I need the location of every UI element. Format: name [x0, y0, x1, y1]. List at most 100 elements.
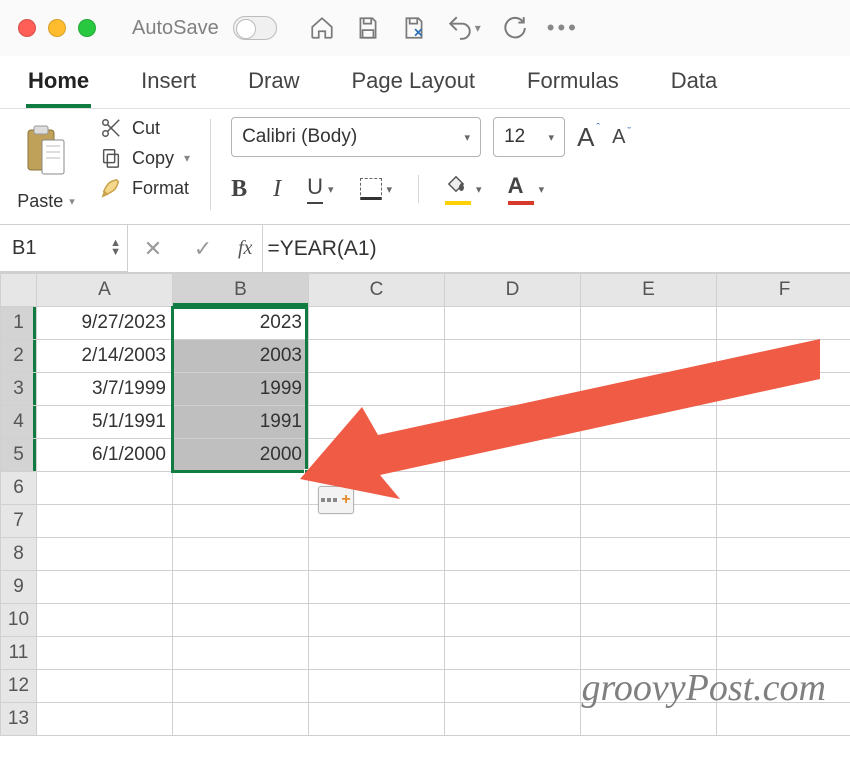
cell[interactable] [173, 637, 309, 670]
row-header[interactable]: 10 [1, 604, 37, 637]
cell[interactable] [445, 340, 581, 373]
cell[interactable] [445, 670, 581, 703]
cell[interactable] [717, 571, 850, 604]
row-header[interactable]: 12 [1, 670, 37, 703]
close-icon[interactable] [18, 19, 36, 37]
cell[interactable] [37, 538, 173, 571]
row-header[interactable]: 8 [1, 538, 37, 571]
cell[interactable]: 2003 [173, 340, 309, 373]
cell[interactable] [445, 307, 581, 340]
font-name-select[interactable]: Calibri (Body) ▾ [231, 117, 481, 157]
autofill-options-button[interactable]: + [318, 486, 354, 514]
cell[interactable] [581, 340, 717, 373]
cell[interactable] [581, 307, 717, 340]
row-header[interactable]: 3 [1, 373, 37, 406]
cell[interactable]: 6/1/2000 [37, 439, 173, 472]
cell[interactable] [309, 637, 445, 670]
autosave-toggle[interactable] [233, 16, 277, 40]
minimize-icon[interactable] [48, 19, 66, 37]
tab-draw[interactable]: Draw [246, 62, 301, 108]
save-icon[interactable] [355, 15, 381, 41]
zoom-icon[interactable] [78, 19, 96, 37]
cell[interactable] [445, 637, 581, 670]
cell[interactable] [717, 439, 850, 472]
cell[interactable] [37, 703, 173, 736]
font-color-button[interactable]: A ▾ [508, 173, 545, 205]
cell[interactable] [717, 604, 850, 637]
name-box[interactable]: B1 ▲▼ [0, 225, 128, 272]
cell[interactable] [37, 604, 173, 637]
cell[interactable] [37, 571, 173, 604]
cell[interactable] [445, 406, 581, 439]
cell[interactable] [445, 604, 581, 637]
cell[interactable] [717, 505, 850, 538]
cell[interactable] [581, 604, 717, 637]
cell[interactable] [173, 571, 309, 604]
cell[interactable] [717, 340, 850, 373]
stepper-icon[interactable]: ▲▼ [110, 239, 121, 257]
row-header[interactable]: 6 [1, 472, 37, 505]
accept-formula-button[interactable]: ✓ [178, 236, 228, 262]
cell[interactable]: 1991 [173, 406, 309, 439]
tab-home[interactable]: Home [26, 62, 91, 108]
redo-button[interactable] [501, 15, 527, 41]
cell[interactable] [581, 373, 717, 406]
cell[interactable] [309, 406, 445, 439]
cell[interactable] [717, 406, 850, 439]
cell[interactable] [309, 439, 445, 472]
increase-font-button[interactable]: Aˆ [577, 122, 600, 153]
row-header[interactable]: 4 [1, 406, 37, 439]
italic-button[interactable]: I [273, 176, 281, 203]
cell[interactable]: 2023 [173, 307, 309, 340]
tab-insert[interactable]: Insert [139, 62, 198, 108]
fill-color-button[interactable]: ▾ [445, 173, 482, 205]
cell[interactable] [445, 472, 581, 505]
cell[interactable]: 5/1/1991 [37, 406, 173, 439]
cell[interactable] [309, 538, 445, 571]
bold-button[interactable]: B [231, 176, 247, 203]
cell[interactable] [445, 505, 581, 538]
font-size-select[interactable]: 12 ▾ [493, 117, 565, 157]
copy-button[interactable]: Copy ▾ [100, 147, 190, 169]
row-header[interactable]: 11 [1, 637, 37, 670]
cell[interactable] [37, 472, 173, 505]
col-header-B[interactable]: B [173, 274, 309, 307]
cell[interactable] [309, 373, 445, 406]
cell[interactable] [37, 505, 173, 538]
cell[interactable] [173, 472, 309, 505]
row-header[interactable]: 1 [1, 307, 37, 340]
cell[interactable]: 2000 [173, 439, 309, 472]
row-header[interactable]: 7 [1, 505, 37, 538]
cell[interactable]: 1999 [173, 373, 309, 406]
cell[interactable] [173, 670, 309, 703]
col-header-F[interactable]: F [717, 274, 850, 307]
cell[interactable] [717, 373, 850, 406]
col-header-C[interactable]: C [309, 274, 445, 307]
format-painter-button[interactable]: Format [100, 177, 190, 199]
cell[interactable] [309, 571, 445, 604]
cell[interactable] [581, 472, 717, 505]
fx-label[interactable]: fx [238, 237, 252, 260]
cell[interactable] [309, 670, 445, 703]
row-header[interactable]: 13 [1, 703, 37, 736]
cell[interactable] [445, 703, 581, 736]
cell[interactable] [173, 538, 309, 571]
cell[interactable] [445, 538, 581, 571]
select-all-corner[interactable] [1, 274, 37, 307]
cell[interactable] [581, 439, 717, 472]
cell[interactable] [445, 373, 581, 406]
cell[interactable] [717, 307, 850, 340]
row-header[interactable]: 5 [1, 439, 37, 472]
underline-button[interactable]: U ▾ [307, 174, 333, 204]
borders-button[interactable]: ▾ [360, 178, 393, 200]
cell[interactable] [309, 307, 445, 340]
cell[interactable] [309, 703, 445, 736]
tab-page-layout[interactable]: Page Layout [350, 62, 478, 108]
cell[interactable]: 9/27/2023 [37, 307, 173, 340]
cell[interactable] [581, 406, 717, 439]
cell[interactable] [581, 571, 717, 604]
col-header-D[interactable]: D [445, 274, 581, 307]
cell[interactable] [581, 637, 717, 670]
paste-button[interactable] [14, 117, 78, 187]
cell[interactable] [173, 604, 309, 637]
